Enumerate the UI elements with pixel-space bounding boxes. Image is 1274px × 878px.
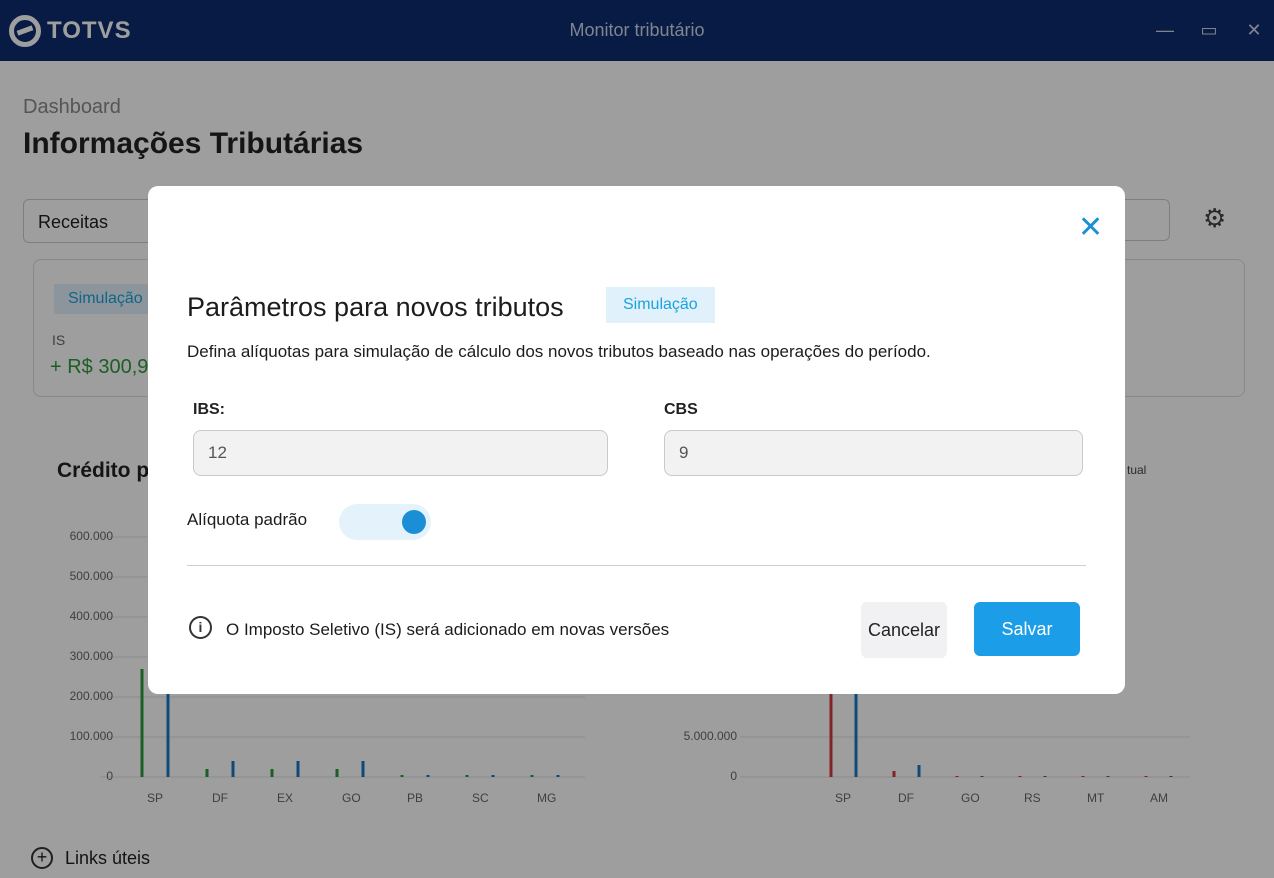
cancel-button[interactable]: Cancelar — [861, 602, 947, 658]
info-text: O Imposto Seletivo (IS) será adicionado … — [226, 620, 670, 639]
default-rate-label: Alíquota padrão — [187, 510, 308, 529]
toggle-knob — [402, 510, 426, 534]
modal-title: Parâmetros para novos tributos — [187, 292, 564, 322]
parameters-modal: ✕ Parâmetros para novos tributos Simulaç… — [148, 186, 1125, 694]
ibs-label: IBS: — [193, 401, 225, 418]
info-icon: i — [189, 616, 212, 639]
simulation-badge: Simulação — [606, 287, 715, 323]
default-rate-toggle[interactable] — [339, 504, 431, 540]
divider — [187, 565, 1086, 566]
cbs-input[interactable] — [664, 430, 1083, 476]
modal-description: Defina alíquotas para simulação de cálcu… — [187, 342, 931, 361]
save-button[interactable]: Salvar — [974, 602, 1080, 656]
cbs-label: CBS — [664, 401, 698, 418]
ibs-input[interactable] — [193, 430, 608, 476]
close-icon[interactable]: ✕ — [1078, 213, 1103, 243]
